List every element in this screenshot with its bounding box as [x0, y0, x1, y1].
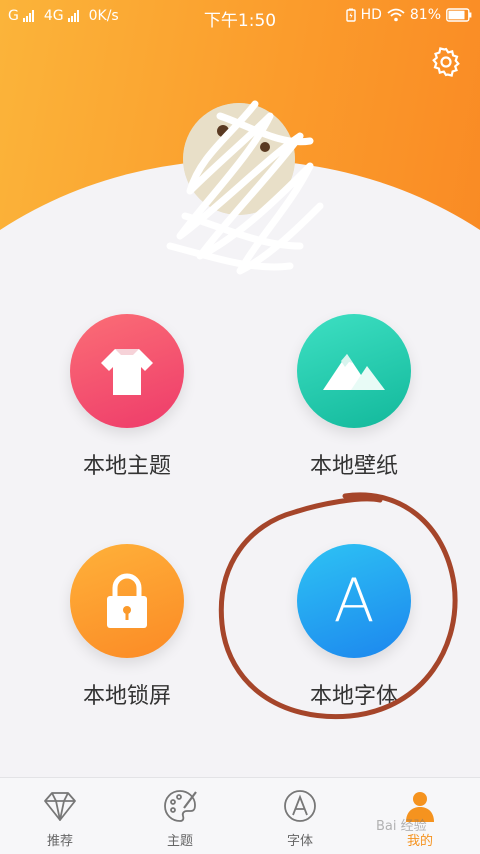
local-theme-label: 本地主题	[82, 454, 171, 479]
local-theme-tile[interactable]: 本地主题	[27, 314, 227, 480]
battery-icon	[446, 8, 472, 22]
status-right: HD 81%	[345, 7, 472, 23]
local-wallpaper-label: 本地壁纸	[309, 454, 398, 479]
settings-gear-icon[interactable]	[430, 46, 462, 78]
local-lockscreen-label: 本地锁屏	[82, 684, 171, 709]
tab-fonts-label: 字体	[286, 834, 313, 849]
tab-recommend-label: 推荐	[46, 834, 73, 849]
tab-themes[interactable]: 主题	[120, 778, 240, 854]
tab-fonts[interactable]: 字体	[240, 778, 360, 854]
battery-percent: 81%	[409, 7, 441, 23]
annotation-circle	[218, 492, 458, 720]
local-theme-circle	[70, 314, 184, 428]
font-icon	[284, 790, 316, 822]
local-lockscreen-circle	[70, 544, 184, 658]
battery-charge-icon	[345, 8, 356, 22]
redaction-scribble	[166, 100, 324, 275]
local-wallpaper-circle	[297, 314, 411, 428]
mountain-icon	[323, 354, 385, 390]
status-bar: G 4G 0K/s 下午1:50 HD 81%	[0, 0, 480, 34]
tab-recommend[interactable]: 推荐	[0, 778, 120, 854]
tshirt-icon	[101, 349, 153, 395]
local-wallpaper-tile[interactable]: 本地壁纸	[254, 314, 454, 480]
diamond-icon	[44, 792, 76, 821]
local-lockscreen-tile[interactable]: 本地锁屏	[27, 544, 227, 710]
palette-icon	[164, 790, 197, 822]
watermark-text: Bai 经验	[376, 819, 427, 834]
hd-label: HD	[360, 7, 382, 23]
tab-themes-label: 主题	[166, 834, 193, 849]
wifi-icon	[387, 8, 405, 22]
lock-icon	[107, 573, 147, 628]
